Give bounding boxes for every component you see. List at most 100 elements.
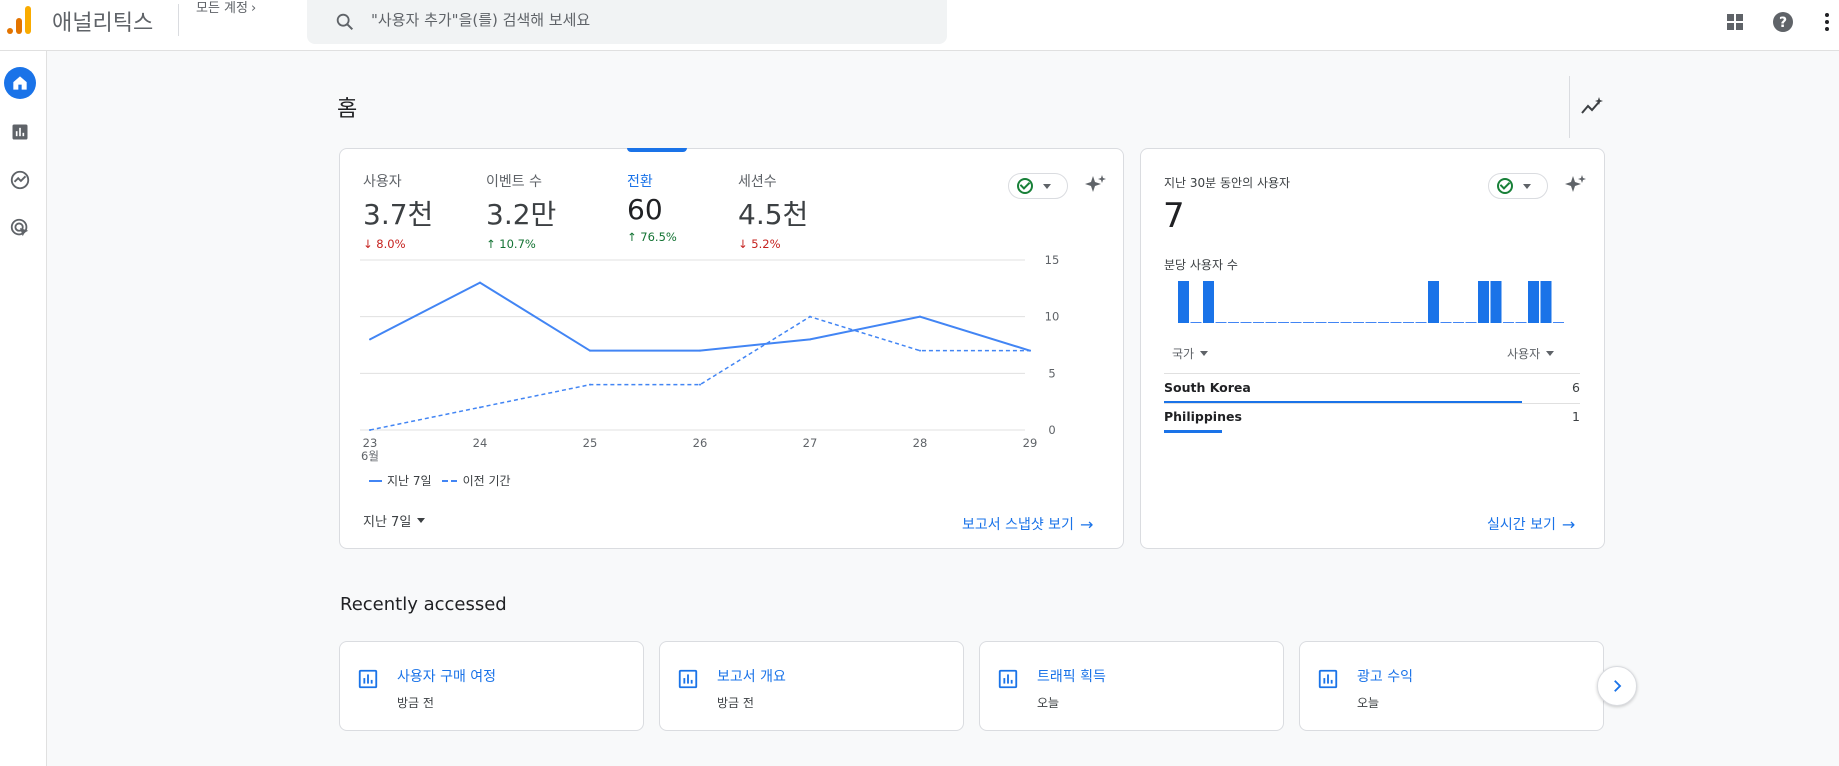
sparkle-icon[interactable] [1084,173,1108,197]
data-point [369,429,371,431]
analytics-logo-icon[interactable] [7,6,33,34]
per-minute-bar [1403,322,1414,323]
user-count: 6 [1572,380,1580,395]
x-tick-label: 23 [363,436,378,450]
legend-swatch-solid [369,479,382,482]
chart-legend: 지난 7일 이전 기간 [369,472,511,489]
realtime-title: 지난 30분 동안의 사용자 [1164,176,1291,190]
metric-value: 3.7천 [363,198,434,231]
per-minute-bar [1528,281,1539,323]
per-minute-bar [1278,322,1289,323]
country-name: Philippines [1164,409,1242,424]
app-title[interactable]: 애널리틱스 [52,5,153,37]
data-point [479,281,481,284]
realtime-row[interactable]: Philippines 1 [1164,409,1580,424]
metric-sessions[interactable]: 세션수 4.5천 ↓ 5.2% [738,171,808,251]
recent-item-time: 방금 전 [717,696,754,710]
search-input[interactable]: "사용자 추가"을(를) 검색해 보세요 [371,9,590,30]
per-minute-bar [1478,281,1489,323]
metric-users[interactable]: 사용자 3.7천 ↓ 8.0% [363,171,433,251]
report-icon [358,669,378,689]
view-realtime-link[interactable]: 실시간 보기 → [1487,514,1575,534]
per-minute-bar [1515,322,1527,323]
per-minute-bar [1265,322,1277,323]
nav-advertising[interactable] [4,212,36,244]
y-tick-label: 10 [1045,310,1060,324]
recent-item-card[interactable]: 광고 수익 오늘 [1299,641,1604,731]
per-minute-bar [1178,281,1189,323]
data-point [919,349,921,352]
recently-accessed-title: Recently accessed [340,594,507,615]
recent-item-time: 오늘 [1357,696,1380,710]
nav-home[interactable] [4,67,36,99]
metric-value: 4.5천 [738,198,809,231]
sparkle-icon[interactable] [1564,173,1588,197]
metric-conversions[interactable]: 전환 60 ↑ 76.5% [627,171,677,244]
data-quality-chip[interactable] [1008,173,1068,199]
account-label: 모든 계정 [196,1,248,16]
country-column-header[interactable]: 국가 [1172,345,1209,362]
row-divider [1164,373,1580,374]
per-minute-bar [1465,322,1477,323]
recent-item-title: 트래픽 획득 [1037,669,1106,685]
metric-label: 이벤트 수 [486,174,542,190]
y-tick-label: 15 [1045,253,1060,267]
report-icon [1318,669,1338,689]
realtime-row[interactable]: South Korea 6 [1164,380,1580,395]
report-icon [998,669,1018,689]
users-column-header[interactable]: 사용자 [1507,345,1555,362]
metric-label: 세션수 [738,174,777,190]
metric-delta: ↓ 8.0% [363,237,406,251]
line-chart: 15 10 5 0 23 24 25 26 27 28 29 6월 [360,253,1060,463]
recent-item-card[interactable]: 트래픽 획득 오늘 [979,641,1284,731]
per-minute-bar [1415,322,1427,323]
report-icon [678,669,698,689]
caret-down-icon [1043,183,1051,189]
view-snapshot-label: 보고서 스냅샷 보기 [962,517,1074,533]
help-icon[interactable]: ? [1771,10,1795,34]
account-picker[interactable]: 모든 계정 › [196,0,256,16]
per-minute-bar [1490,281,1502,323]
y-tick-label: 5 [1048,366,1055,380]
apps-grid-icon[interactable] [1723,10,1747,34]
metric-delta: ↑ 76.5% [627,230,677,244]
arrow-right-icon: → [1079,514,1094,534]
caret-down-icon [1200,351,1209,356]
view-snapshot-link[interactable]: 보고서 스냅샷 보기 → [962,514,1093,534]
per-minute-bar [1328,322,1339,323]
users-header-label: 사용자 [1507,347,1541,361]
metric-value: 60 [627,193,663,226]
per-minute-bar [1290,322,1302,323]
more-vert-icon[interactable] [1815,10,1839,34]
svg-text:?: ? [1779,15,1787,31]
recent-item-card[interactable]: 보고서 개요 방금 전 [659,641,964,731]
data-point [809,338,811,341]
x-tick-sublabel: 6월 [361,449,379,463]
realtime-quality-chip[interactable] [1488,173,1548,199]
home-icon [13,76,27,90]
x-tick-label: 28 [913,436,928,450]
data-point [919,315,921,318]
date-range-selector[interactable]: 지난 7일 [363,511,426,530]
search-icon [336,13,354,31]
caret-down-icon [1546,351,1555,356]
nav-explore[interactable] [4,164,36,196]
carousel-next-button[interactable] [1597,666,1637,706]
x-tick-label: 25 [583,436,598,450]
data-point [1029,349,1031,352]
x-tick-label: 29 [1023,436,1038,450]
search-bar[interactable]: "사용자 추가"을(를) 검색해 보세요 [307,0,947,44]
legend-swatch-dashed [441,479,458,482]
top-bar: 애널리틱스 모든 계정 › "사용자 추가"을(를) 검색해 보세요 ? [0,0,1839,51]
metric-events[interactable]: 이벤트 수 3.2만 ↑ 10.7% [486,171,556,251]
advertising-icon [10,218,29,237]
per-minute-bar [1440,322,1452,323]
data-point [589,383,591,386]
nav-reports[interactable] [4,116,36,148]
row-divider [1164,403,1580,404]
recent-item-title: 보고서 개요 [717,669,786,685]
recent-item-card[interactable]: 사용자 구매 여정 방금 전 [339,641,644,731]
bar-chart-icon [12,124,28,140]
insights-icon[interactable] [1580,95,1604,119]
recent-item-time: 오늘 [1037,696,1060,710]
